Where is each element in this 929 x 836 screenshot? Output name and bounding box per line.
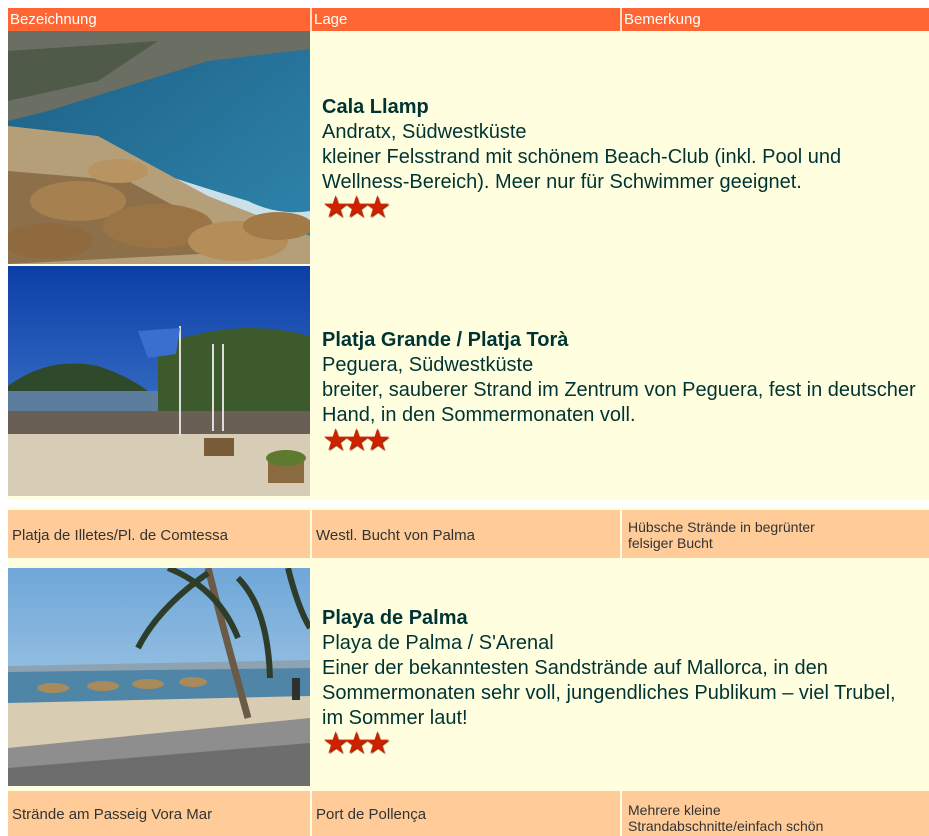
beach-name: Playa de Palma: [322, 607, 468, 629]
beach-location: Port de Pollença: [316, 806, 427, 823]
beach-location: Playa de Palma / S'Arenal: [322, 632, 554, 654]
beach-location: Peguera, Südwestküste: [322, 354, 534, 376]
beach-location: Andratx, Südwestküste: [322, 121, 527, 143]
beach-info-playa-de-palma: Playa de Palma Playa de Palma / S'Arenal…: [322, 606, 922, 760]
beach-name: Platja Grande / Platja Torà: [322, 329, 569, 351]
beach-name: Strände am Passeig Vora Mar: [12, 806, 213, 823]
beach-photo-platja-grande[interactable]: [8, 266, 310, 496]
beach-row-platja-grande: Platja Grande / Platja Torà Peguera, Süd…: [8, 266, 929, 500]
header-bezeichnung: Bezeichnung: [10, 11, 97, 28]
header-bemerkung: Bemerkung: [624, 11, 701, 28]
beach-row-illetes: Platja de Illetes/Pl. de Comtessa Westl.…: [8, 508, 929, 560]
beach-row-playa-de-palma: Playa de Palma Playa de Palma / S'Arenal…: [8, 558, 929, 789]
beach-row-cala-llamp: Cala Llamp Andratx, Südwestküste kleiner…: [8, 31, 929, 266]
beach-remark: Einer der bekanntesten Sandstrände auf M…: [322, 657, 896, 729]
star-icon: ★: [363, 727, 391, 760]
beach-remark: kleiner Felsstrand mit schönem Beach-Clu…: [322, 146, 842, 193]
table-header: Bezeichnung Lage Bemerkung: [8, 8, 929, 31]
beach-info-cala-llamp: Cala Llamp Andratx, Südwestküste kleiner…: [322, 95, 922, 224]
beach-info-platja-grande: Platja Grande / Platja Torà Peguera, Süd…: [322, 328, 922, 457]
beach-name: Cala Llamp: [322, 96, 429, 118]
star-icon: ★: [363, 191, 391, 224]
star-icon: ★: [363, 424, 391, 457]
header-lage: Lage: [314, 11, 348, 28]
star-rating: ★★★: [322, 727, 922, 760]
beach-photo-playa-de-palma[interactable]: [8, 568, 310, 786]
beach-remark: Mehrere kleine Strandabschnitte/einfach …: [628, 801, 824, 834]
beach-row-vora-mar: Strände am Passeig Vora Mar Port de Poll…: [8, 789, 929, 836]
star-rating: ★★★: [322, 424, 922, 457]
beach-table: Bezeichnung Lage Bemerkung Cala Llamp An…: [8, 8, 929, 836]
beach-remark: breiter, sauberer Strand im Zentrum von …: [322, 379, 916, 426]
beach-photo-cala-llamp[interactable]: [8, 31, 310, 264]
beach-name: Platja de Illetes/Pl. de Comtessa: [12, 526, 228, 544]
beach-remark: Hübsche Strände in begrünter felsiger Bu…: [628, 519, 815, 551]
star-rating: ★★★: [322, 191, 922, 224]
beach-location: Westl. Bucht von Palma: [316, 526, 475, 544]
